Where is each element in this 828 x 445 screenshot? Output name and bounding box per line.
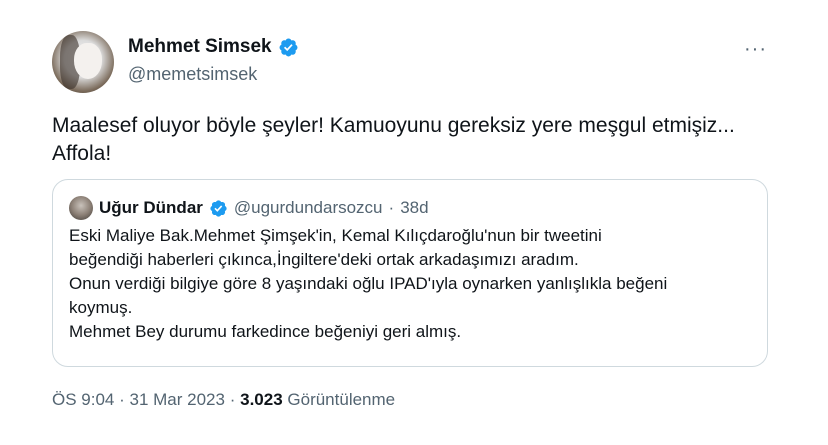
tweet-metadata: ÖS 9:04 · 31 Mar 2023 · 3.023 Görüntülen… [52,390,395,410]
quoted-tweet[interactable]: Uğur Dündar @ugurdundarsozcu · 38d Eski … [52,179,768,367]
tweet-text: Maalesef oluyor böyle şeyler! Kamuoyunu … [52,112,792,168]
verified-badge-icon [210,199,227,217]
tweet-text-line: Maalesef oluyor böyle şeyler! Kamuoyunu … [52,114,735,137]
author-name-row[interactable]: Mehmet Simsek [128,36,299,58]
quoted-author-handle: @ugurdundarsozcu [233,198,383,217]
tweet-text-line: Affola! [52,142,112,165]
meta-separator: · [229,390,236,409]
more-horizontal-icon[interactable]: ··· [744,38,767,61]
quoted-time: 38d [400,198,429,217]
author-avatar[interactable] [52,31,114,93]
quoted-text-line: Onun verdiği bilgiye göre 8 yaşındaki oğ… [69,274,668,293]
views-label: Görüntülenme [287,390,396,409]
quoted-author-avatar [69,196,93,220]
quoted-text-line: Mehmet Bey durumu farkedince beğeniyi ge… [69,322,462,341]
tweet-time[interactable]: ÖS 9:04 [52,390,114,409]
tweet-date[interactable]: 31 Mar 2023 [130,390,225,409]
quoted-text-line: koymuş. [69,298,133,317]
views-count: 3.023 [240,390,283,409]
quoted-tweet-text: Eski Maliye Bak.Mehmet Şimşek'in, Kemal … [69,224,759,344]
author-handle[interactable]: @memetsimsek [128,64,257,85]
author-name[interactable]: Mehmet Simsek [128,36,272,58]
quoted-text-line: beğendiği haberleri çıkınca,İngiltere'de… [69,250,579,269]
quoted-text-line: Eski Maliye Bak.Mehmet Şimşek'in, Kemal … [69,226,602,245]
quoted-author-name: Uğur Dündar [99,198,203,217]
verified-badge-icon [279,38,298,56]
quoted-tweet-header: Uğur Dündar @ugurdundarsozcu · 38d [69,196,429,220]
meta-separator: · [119,390,125,409]
quoted-separator: · [388,198,395,217]
avatar-face [74,43,102,79]
